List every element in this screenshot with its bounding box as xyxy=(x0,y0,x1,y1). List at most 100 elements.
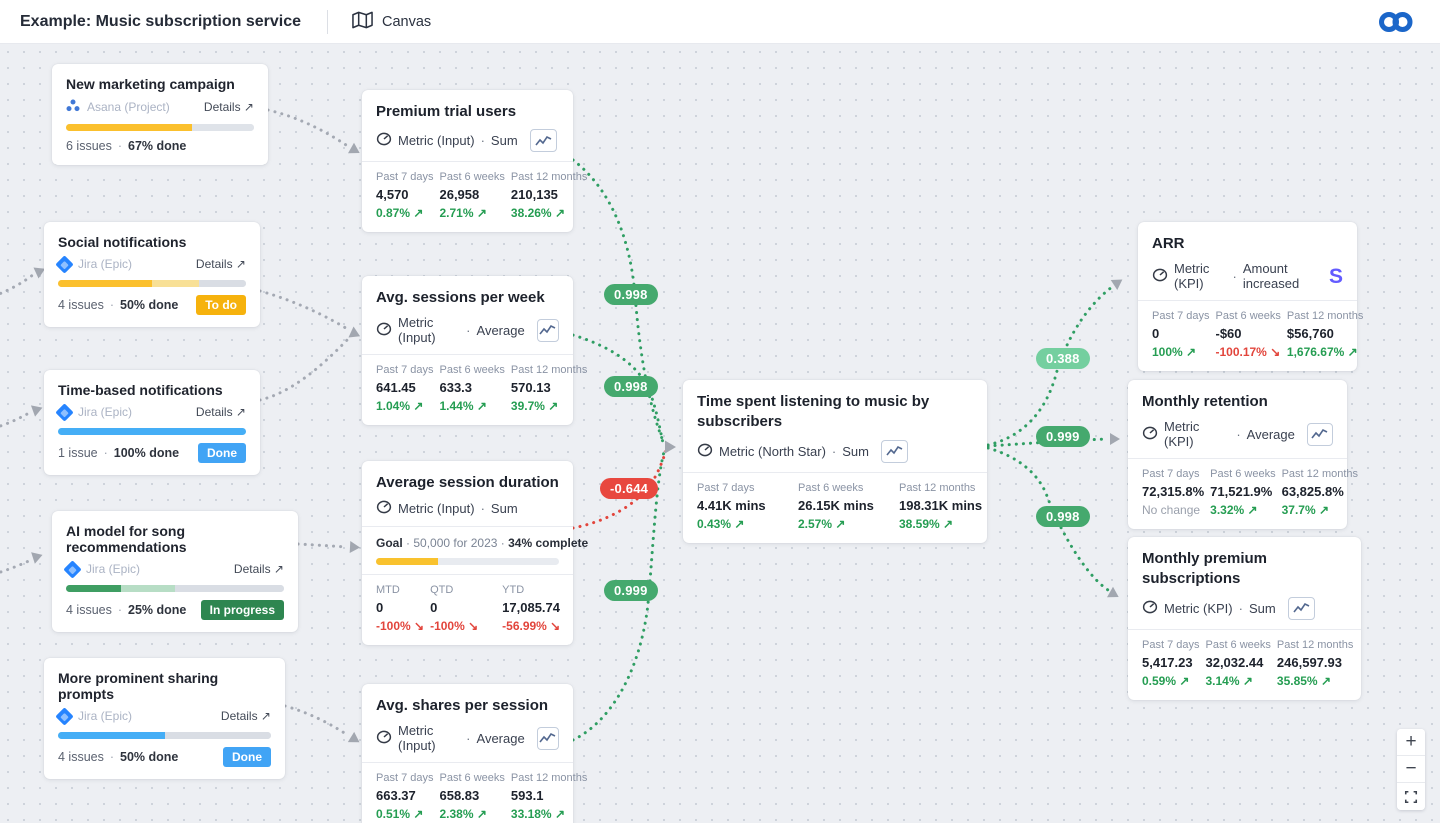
jira-icon xyxy=(63,560,81,578)
correlation-badge[interactable]: 0.999 xyxy=(604,580,658,601)
line-chart-icon[interactable] xyxy=(530,129,557,152)
period-value: 5,417.23 xyxy=(1142,655,1199,670)
metric-title: Monthly premium subscriptions xyxy=(1142,549,1347,590)
correlation-badge[interactable]: 0.388 xyxy=(1036,348,1090,369)
metric-card-monthly-retention[interactable]: Monthly retention Metric (KPI) · Average… xyxy=(1128,380,1347,529)
correlation-badge[interactable]: -0.644 xyxy=(600,478,658,499)
divider xyxy=(1128,629,1361,630)
zoom-out-button[interactable]: − xyxy=(1397,756,1425,783)
period-value: 593.1 xyxy=(511,788,587,803)
work-card-time-based-notifications[interactable]: Time-based notifications Jira (Epic) Det… xyxy=(44,370,260,475)
period-value: 4,570 xyxy=(376,187,433,202)
arrowhead xyxy=(31,549,44,564)
period-change: -100% ↘ xyxy=(376,619,424,633)
details-link[interactable]: Details ↗ xyxy=(196,257,246,271)
period-value: 641.45 xyxy=(376,380,433,395)
progress-bar xyxy=(58,280,246,287)
line-chart-icon[interactable] xyxy=(537,727,559,750)
asana-icon xyxy=(66,99,80,115)
metric-card-north-star[interactable]: Time spent listening to music by subscri… xyxy=(683,380,987,543)
correlation-badge[interactable]: 0.998 xyxy=(604,284,658,305)
period-label: Past 7 days xyxy=(1142,468,1204,480)
period-change: 2.71% ↗ xyxy=(439,206,504,220)
period-change: 38.59% ↗ xyxy=(899,517,1000,531)
metric-type-label: Metric (Input) xyxy=(398,315,460,345)
zoom-controls: + − xyxy=(1397,729,1425,810)
details-link[interactable]: Details ↗ xyxy=(221,709,271,723)
period-label: Past 6 weeks xyxy=(1215,310,1280,322)
line-chart-icon[interactable] xyxy=(537,319,559,342)
done-percentage: 100% done xyxy=(114,446,179,460)
period-value: 210,135 xyxy=(511,187,587,202)
nav-canvas-label: Canvas xyxy=(382,14,431,30)
period-label: Past 7 days xyxy=(697,482,798,494)
metric-title: ARR xyxy=(1152,234,1343,254)
details-link[interactable]: Details ↗ xyxy=(196,405,246,419)
correlation-badge[interactable]: 0.998 xyxy=(1036,506,1090,527)
metric-card-avg-session-duration[interactable]: Average session duration Metric (Input) … xyxy=(362,461,573,645)
period-label: Past 6 weeks xyxy=(1205,639,1270,651)
line-chart-icon[interactable] xyxy=(881,440,908,463)
metric-title: Time spent listening to music by subscri… xyxy=(697,392,973,433)
line-chart-icon[interactable] xyxy=(1307,423,1333,446)
status-badge: Done xyxy=(198,443,246,463)
work-card-sharing-prompts[interactable]: More prominent sharing prompts Jira (Epi… xyxy=(44,658,285,779)
period-label: Past 7 days xyxy=(1142,639,1199,651)
period-value: 4.41K mins xyxy=(697,498,798,513)
period-change: 2.57% ↗ xyxy=(798,517,899,531)
fullscreen-button[interactable] xyxy=(1397,783,1425,810)
metric-card-avg-sessions[interactable]: Avg. sessions per week Metric (Input) · … xyxy=(362,276,573,425)
period-change: -100.17% ↘ xyxy=(1215,345,1280,359)
work-card-social-notifications[interactable]: Social notifications Jira (Epic) Details… xyxy=(44,222,260,327)
card-title: More prominent sharing prompts xyxy=(58,670,271,702)
separator-dot: · xyxy=(118,139,122,153)
nav-canvas[interactable]: Canvas xyxy=(352,11,431,33)
period-value: $56,760 xyxy=(1287,326,1363,341)
arrowhead xyxy=(1110,433,1120,445)
details-link[interactable]: Details ↗ xyxy=(204,100,254,114)
strategy-canvas[interactable]: New marketing campaign Asana (Project) D… xyxy=(0,44,1440,823)
metric-agg-label: Sum xyxy=(491,501,518,516)
metric-type-label: Metric (KPI) xyxy=(1164,419,1230,449)
card-title: Social notifications xyxy=(58,234,246,250)
metric-card-arr[interactable]: ARR Metric (KPI) · Amount increased S Pa… xyxy=(1138,222,1357,371)
period-change: 3.32% ↗ xyxy=(1210,503,1275,517)
source-label: Asana (Project) xyxy=(87,100,170,114)
period-change: 1.04% ↗ xyxy=(376,399,433,413)
work-card-ai-model[interactable]: AI model for song recommendations Jira (… xyxy=(52,511,298,632)
card-title: New marketing campaign xyxy=(66,76,254,92)
connector-edge-to-aimodel xyxy=(0,560,31,574)
source-label: Jira (Epic) xyxy=(78,405,132,419)
zoom-in-button[interactable]: + xyxy=(1397,729,1425,756)
stripe-icon: S xyxy=(1329,266,1343,287)
metric-agg-label: Sum xyxy=(842,444,869,459)
status-badge: In progress xyxy=(201,600,284,620)
metric-card-monthly-premium-subscriptions[interactable]: Monthly premium subscriptions Metric (KP… xyxy=(1128,537,1361,700)
gauge-icon xyxy=(697,443,713,460)
top-bar: Example: Music subscription service Canv… xyxy=(0,0,1440,44)
metric-card-premium-trial-users[interactable]: Premium trial users Metric (Input) · Sum… xyxy=(362,90,573,232)
metric-title: Avg. shares per session xyxy=(376,696,559,716)
period-label: Past 6 weeks xyxy=(439,364,504,376)
period-value: 570.13 xyxy=(511,380,587,395)
period-label: Past 12 months xyxy=(511,772,587,784)
arrowhead xyxy=(348,143,363,158)
period-change: -100% ↘ xyxy=(430,619,478,633)
work-card-new-marketing-campaign[interactable]: New marketing campaign Asana (Project) D… xyxy=(52,64,268,165)
metric-type-label: Metric (North Star) xyxy=(719,444,826,459)
period-value: 71,521.9% xyxy=(1210,484,1275,499)
app-logo[interactable] xyxy=(1378,10,1414,34)
divider xyxy=(362,762,573,763)
details-link[interactable]: Details ↗ xyxy=(234,562,284,576)
goal-label: Goal xyxy=(376,536,403,550)
arrowhead xyxy=(348,327,362,342)
period-label: Past 7 days xyxy=(1152,310,1209,322)
divider xyxy=(362,574,573,575)
correlation-badge[interactable]: 0.998 xyxy=(604,376,658,397)
correlation-badge[interactable]: 0.999 xyxy=(1036,426,1090,447)
line-chart-icon[interactable] xyxy=(1288,597,1315,620)
jira-icon xyxy=(55,707,73,725)
status-badge: Done xyxy=(223,747,271,767)
metric-card-avg-shares[interactable]: Avg. shares per session Metric (Input) ·… xyxy=(362,684,573,823)
period-change: 38.26% ↗ xyxy=(511,206,587,220)
